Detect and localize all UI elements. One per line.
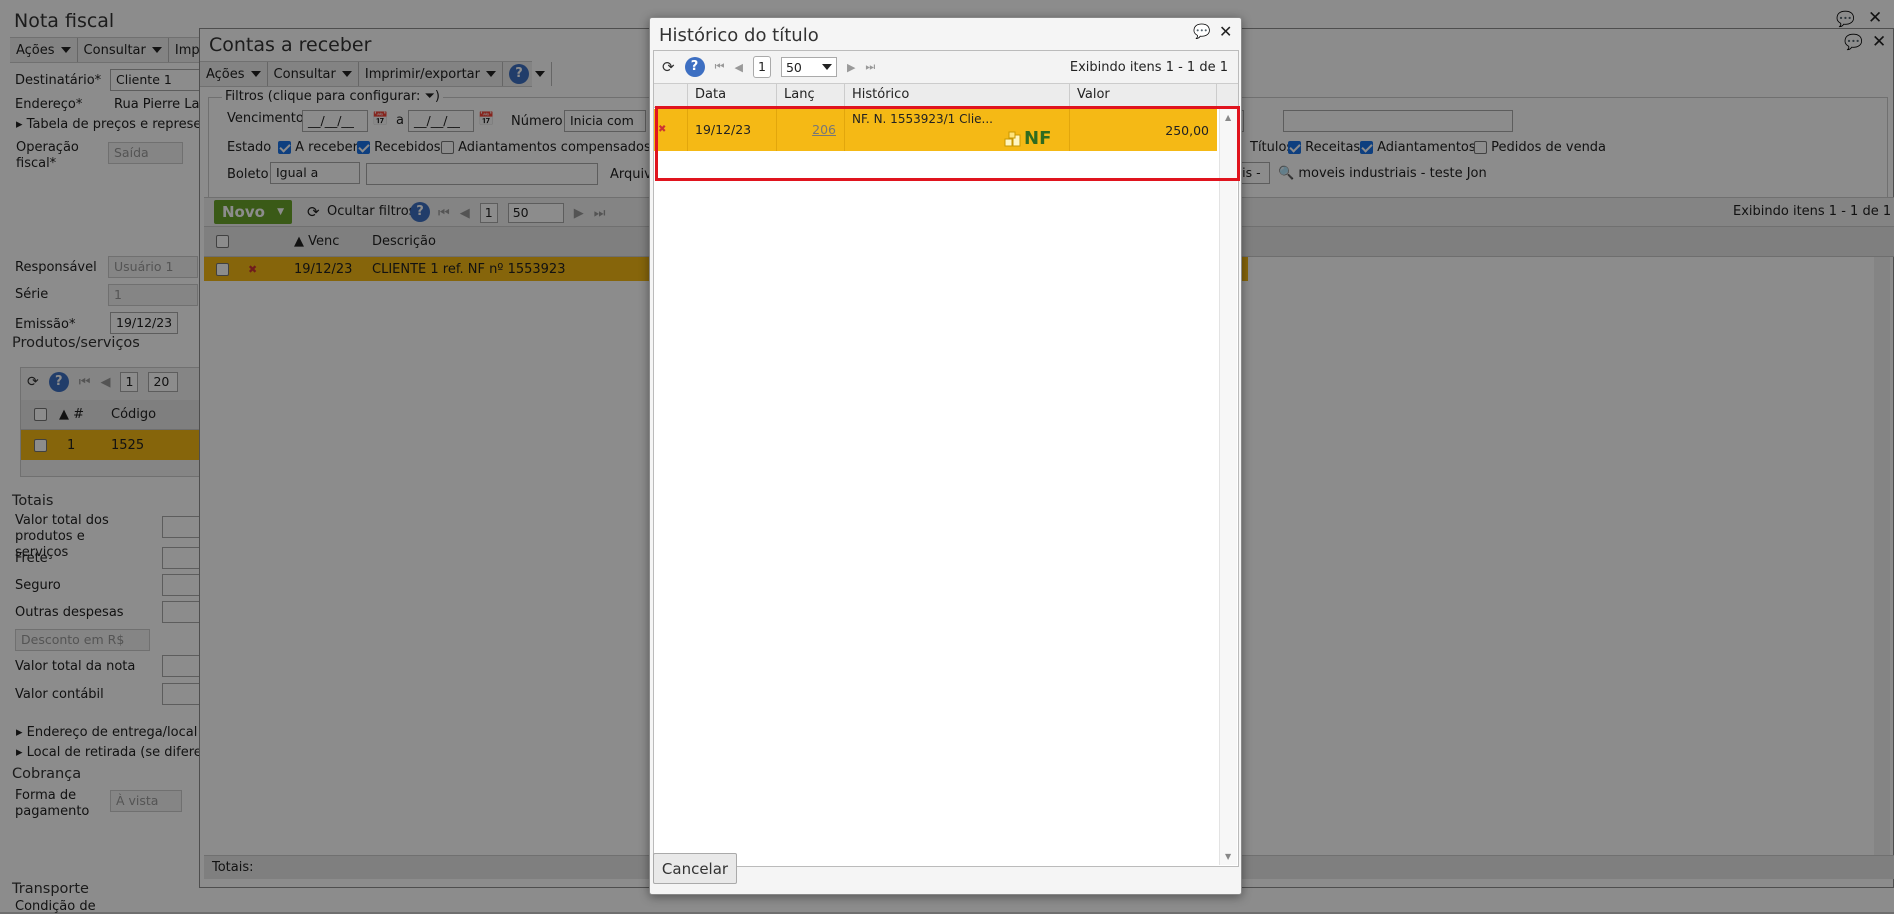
dialog-exibindo: Exibindo itens 1 - 1 de 1	[1069, 59, 1228, 75]
highlight-box	[655, 106, 1240, 181]
dialog-page-field[interactable]: 1	[752, 56, 771, 78]
scroll-down-icon[interactable]: ▼	[1225, 852, 1231, 861]
dialog-pagesize-arrow-icon	[821, 64, 832, 70]
dialog-chat-icon[interactable]: 💬	[1193, 24, 1210, 40]
dialog-toolbar: ⟳ ? ⏮ ◀ 1 50 ▶ ⏭ Exibindo itens 1 - 1 de…	[654, 51, 1238, 84]
dialog-last-icon[interactable]: ⏭	[865, 60, 875, 74]
cancel-button[interactable]: Cancelar	[653, 853, 737, 884]
dialog-first-icon[interactable]: ⏮	[715, 60, 725, 74]
dialog-header-row: Data Lanç Histórico Valor	[654, 84, 1238, 108]
dialog-close-icon[interactable]: ✕	[1219, 22, 1232, 41]
dialog-scrollbar[interactable]: ▲ ▼	[1219, 109, 1237, 865]
dialog-col-valor[interactable]: Valor	[1070, 84, 1217, 107]
dialog-help-icon[interactable]: ?	[684, 57, 705, 77]
dialog-title: Histórico do título	[659, 25, 819, 46]
dialog-col-historico[interactable]: Histórico	[845, 84, 1070, 107]
dialog-col-data[interactable]: Data	[688, 84, 777, 107]
dialog-next-icon[interactable]: ▶	[847, 61, 855, 74]
dialog-col-lanc[interactable]: Lanç	[777, 84, 845, 107]
dialog-pagesize-select[interactable]: 50	[780, 57, 837, 77]
dialog-refresh-icon[interactable]: ⟳	[662, 58, 675, 76]
dialog-prev-icon[interactable]: ◀	[734, 61, 742, 74]
